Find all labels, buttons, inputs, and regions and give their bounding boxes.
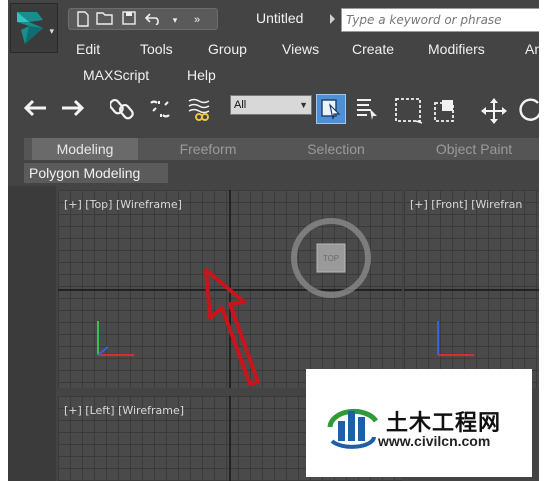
viewport-top[interactable]: [+] [Top] [Wireframe] TOP	[58, 190, 402, 388]
redo-icon[interactable]	[58, 95, 86, 123]
title-bar: ▾ ▾ » Untitled	[8, 0, 539, 53]
menu-tools[interactable]: Tools	[140, 41, 173, 57]
viewport-label-front[interactable]: [+] [Front] [Wirefran	[410, 198, 522, 211]
polygon-modeling-panel-button[interactable]: Polygon Modeling	[24, 163, 168, 183]
menu-animation[interactable]: An	[525, 41, 539, 57]
rectangular-selection-region-icon[interactable]	[394, 95, 423, 124]
application-menu-button[interactable]: ▾	[10, 3, 58, 53]
selection-filter-dropdown[interactable]: All ▼	[230, 95, 312, 115]
new-file-icon[interactable]	[73, 11, 93, 29]
menu-modifiers[interactable]: Modifiers	[428, 41, 485, 57]
bind-to-space-warp-icon[interactable]	[186, 95, 214, 123]
tab-modeling[interactable]: Modeling	[32, 138, 138, 160]
quick-access-toolbar: ▾ »	[68, 8, 218, 30]
tab-freeform[interactable]: Freeform	[160, 138, 256, 160]
ribbon-tab-bar: Modeling Freeform Selection Object Paint	[24, 138, 539, 160]
select-and-move-icon[interactable]	[480, 95, 508, 124]
tab-selection[interactable]: Selection	[288, 138, 384, 160]
document-title: Untitled	[256, 10, 304, 26]
select-object-button[interactable]	[316, 94, 346, 124]
watermark-url: www.civilcn.com	[378, 433, 491, 449]
undo-dropdown-chevron-icon[interactable]: ▾	[165, 11, 185, 29]
menu-group[interactable]: Group	[208, 41, 247, 57]
viewport-label-left[interactable]: [+] [Left] [Wireframe]	[64, 404, 184, 417]
select-object-icon	[321, 99, 341, 120]
undo-icon[interactable]	[143, 11, 163, 29]
viewport-side-strip	[8, 186, 56, 481]
menu-edit[interactable]: Edit	[76, 41, 100, 57]
chevron-down-icon: ▾	[49, 26, 54, 36]
save-icon[interactable]	[119, 11, 139, 29]
selection-filter-value: All	[234, 99, 247, 111]
menu-views[interactable]: Views	[282, 41, 319, 57]
viewport-label-top[interactable]: [+] [Top] [Wireframe]	[64, 198, 182, 211]
grid-axis-y	[229, 396, 231, 481]
expand-chevron-icon[interactable]: »	[187, 11, 207, 29]
grid-axis-x	[404, 289, 539, 291]
civilcn-logo-icon	[327, 408, 379, 449]
select-and-rotate-icon[interactable]	[516, 95, 539, 123]
open-folder-icon[interactable]	[95, 11, 115, 29]
chevron-right-icon[interactable]	[330, 14, 335, 24]
red-annotation-arrow-icon	[204, 268, 260, 386]
site-watermark: 土木工程网 www.civilcn.com	[306, 369, 532, 477]
axis-tripod-icon	[437, 321, 474, 356]
menu-help[interactable]: Help	[187, 67, 216, 83]
viewcube-face-label: TOP	[323, 254, 339, 263]
undo-icon[interactable]	[22, 95, 50, 123]
chevron-down-icon: ▼	[299, 100, 308, 110]
menu-bar: Edit Tools Group Views Create Modifiers …	[62, 38, 539, 88]
3ds-max-logo-icon	[17, 12, 43, 44]
window-crossing-icon[interactable]	[432, 95, 460, 123]
unlink-selection-icon[interactable]	[146, 95, 174, 123]
viewport-front[interactable]: [+] [Front] [Wirefran	[404, 190, 539, 388]
select-by-name-icon[interactable]	[354, 95, 382, 123]
select-and-link-icon[interactable]	[108, 95, 136, 123]
viewcube[interactable]: TOP	[291, 218, 371, 298]
menu-create[interactable]: Create	[352, 41, 394, 57]
axis-tripod-icon	[97, 321, 134, 356]
keyword-search-input[interactable]	[341, 8, 539, 32]
menu-maxscript[interactable]: MAXScript	[83, 67, 149, 83]
tab-object-paint[interactable]: Object Paint	[418, 138, 530, 160]
